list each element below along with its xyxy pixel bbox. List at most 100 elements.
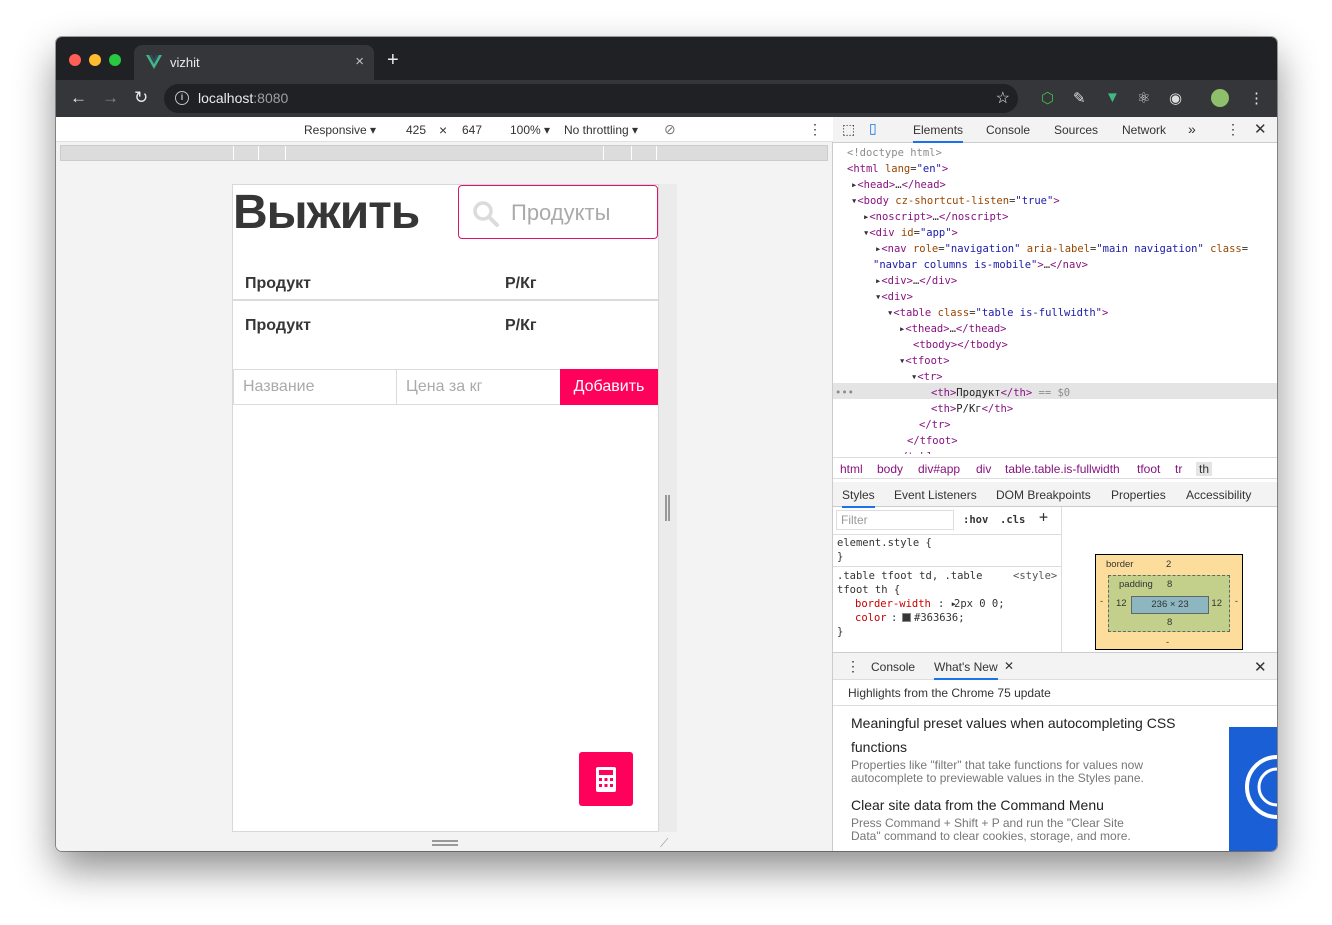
minimize-window-button[interactable] <box>89 54 101 66</box>
device-mode-select[interactable]: Responsive ▾ <box>304 123 376 137</box>
inspect-icon[interactable]: ⬚ <box>842 121 855 138</box>
device-viewport: Responsive ▾ 425 × 647 100% ▾ No throttl… <box>56 117 833 851</box>
tab-accessibility[interactable]: Accessibility <box>1186 488 1251 502</box>
news-title-1b[interactable]: functions <box>851 735 907 759</box>
bookmark-star-icon[interactable]: ☆ <box>996 88 1010 108</box>
crumb-html[interactable]: html <box>840 462 863 476</box>
resize-corner-icon[interactable]: ⟋ <box>660 836 668 851</box>
resize-handle-bottom[interactable] <box>432 840 458 846</box>
styles-pane: Filter :hov .cls + element.style { } .ta… <box>833 507 1061 652</box>
footer-price: Р/Кг <box>505 317 537 334</box>
tab-sources[interactable]: Sources <box>1054 123 1098 137</box>
news-title-1[interactable]: Meaningful preset values when autocomple… <box>851 711 1176 735</box>
table-footer-row: Продукт Р/Кг <box>233 301 658 343</box>
styles-filter-input[interactable]: Filter <box>836 510 954 530</box>
color-swatch[interactable] <box>902 613 911 622</box>
tab-network[interactable]: Network <box>1122 123 1166 137</box>
products-table: Продукт Р/Кг Продукт Р/Кг <box>233 259 658 343</box>
back-icon[interactable]: ← <box>70 88 87 108</box>
close-devtools-icon[interactable]: ✕ <box>1254 120 1267 138</box>
tab-title: vizhit <box>170 55 200 70</box>
menu-dots-icon[interactable]: ⋮ <box>1249 89 1264 107</box>
resize-handle-right[interactable] <box>665 495 670 521</box>
dimension-times: × <box>439 122 448 138</box>
breadcrumb: html body div#app div table.table.is-ful… <box>833 457 1277 479</box>
react-devtools-icon[interactable]: ⚛ <box>1137 89 1150 107</box>
crumb-tr[interactable]: tr <box>1175 462 1182 476</box>
app-frame: Выжить Продукт Р/Кг Продукт Р/Кг Добавит… <box>232 184 659 832</box>
github-extension-icon[interactable]: ◉ <box>1169 89 1182 107</box>
news-title-2[interactable]: Clear site data from the Command Menu <box>851 793 1104 817</box>
drawer-menu-icon[interactable]: ⋮ <box>846 658 860 675</box>
style-origin-link[interactable]: <style> <box>1013 569 1057 583</box>
close-tab-icon[interactable]: × <box>355 53 364 70</box>
close-whats-new-icon[interactable]: ✕ <box>1004 659 1014 673</box>
throttle-select[interactable]: No throttling ▾ <box>564 123 638 137</box>
devtools-menu-icon[interactable]: ⋮ <box>1226 121 1240 138</box>
header-product: Продукт <box>245 275 311 292</box>
tab-strip: vizhit × + <box>56 37 1277 80</box>
vue-devtools-icon[interactable]: ▼ <box>1105 89 1120 106</box>
crumb-div[interactable]: div <box>976 462 991 476</box>
url-text: localhost:8080 <box>198 90 289 106</box>
device-toggle-icon[interactable]: ▯ <box>869 120 877 137</box>
crumb-table[interactable]: table.table.is-fullwidth <box>1005 462 1120 476</box>
pen-extension-icon[interactable]: ✎ <box>1073 89 1086 107</box>
styles-tabs: Styles Event Listeners DOM Breakpoints P… <box>833 482 1277 508</box>
forward-icon[interactable]: → <box>102 88 119 108</box>
add-button[interactable]: Добавить <box>560 369 658 405</box>
devtools-tabs: ⬚ ▯ Elements Console Sources Network » ⋮… <box>833 117 1277 143</box>
tab-elements[interactable]: Elements <box>913 123 964 143</box>
browser-tab[interactable]: vizhit × <box>134 45 374 80</box>
add-rule-icon[interactable]: + <box>1039 510 1048 525</box>
maximize-window-button[interactable] <box>109 54 121 66</box>
navigation-bar: ← → ↻ i localhost:8080 ☆ ⬡ ✎ ▼ ⚛ ◉ ⋮ <box>56 80 1277 117</box>
node-extension-icon[interactable]: ⬡ <box>1041 89 1054 107</box>
crumb-tfoot[interactable]: tfoot <box>1137 462 1160 476</box>
more-tabs-icon[interactable]: » <box>1188 121 1196 137</box>
tab-dom-breakpoints[interactable]: DOM Breakpoints <box>996 488 1091 502</box>
media-query-ruler[interactable] <box>60 145 828 161</box>
new-tab-button[interactable]: + <box>387 49 399 72</box>
whats-new-list: Meaningful preset values when autocomple… <box>833 707 1277 851</box>
cls-toggle[interactable]: .cls <box>1000 513 1025 527</box>
box-model-diagram: border 2 - - - padding 8 12 12 236 × 23 … <box>1095 554 1243 650</box>
info-icon[interactable]: i <box>175 91 189 105</box>
search-icon <box>473 201 499 227</box>
drawer-tab-whats-new[interactable]: What's New <box>934 660 998 680</box>
dom-tree: <!doctype html> <html lang="en"> ▸<head>… <box>833 143 1277 454</box>
calculator-button[interactable] <box>579 752 633 806</box>
rotate-icon[interactable]: ⊘ <box>664 121 676 138</box>
tab-properties[interactable]: Properties <box>1111 488 1166 502</box>
browser-window: vizhit × + ← → ↻ i localhost:8080 ☆ ⬡ ✎ … <box>56 37 1277 851</box>
price-input[interactable] <box>396 369 561 405</box>
search-input[interactable] <box>511 198 651 228</box>
table-header-row: Продукт Р/Кг <box>233 259 658 301</box>
close-window-button[interactable] <box>69 54 81 66</box>
tab-styles[interactable]: Styles <box>842 488 875 508</box>
crumb-th[interactable]: th <box>1196 462 1213 476</box>
app-title: Выжить <box>233 186 420 239</box>
footer-product: Продукт <box>245 317 311 334</box>
vue-logo-icon <box>146 55 162 69</box>
reload-icon[interactable]: ↻ <box>134 88 148 108</box>
zoom-select[interactable]: 100% ▾ <box>510 123 550 137</box>
crumb-body[interactable]: body <box>877 462 903 476</box>
tab-console[interactable]: Console <box>986 123 1030 137</box>
close-drawer-icon[interactable]: ✕ <box>1254 658 1267 676</box>
height-input[interactable]: 647 <box>462 123 482 137</box>
hov-toggle[interactable]: :hov <box>963 513 988 527</box>
drawer-tabs: ⋮ Console What's New ✕ ✕ <box>833 652 1277 680</box>
tab-event-listeners[interactable]: Event Listeners <box>894 488 977 502</box>
search-box[interactable] <box>458 185 658 239</box>
devtools-panel: ⬚ ▯ Elements Console Sources Network » ⋮… <box>833 117 1277 851</box>
product-name-input[interactable] <box>233 369 397 405</box>
width-input[interactable]: 425 <box>406 123 426 137</box>
drawer-tab-console[interactable]: Console <box>871 660 915 674</box>
highlights-banner: Highlights from the Chrome 75 update <box>833 680 1277 706</box>
add-product-form: Добавить <box>233 369 658 405</box>
crumb-div-app[interactable]: div#app <box>918 462 960 476</box>
profile-avatar[interactable] <box>1211 89 1229 107</box>
address-bar[interactable]: i localhost:8080 ☆ <box>164 84 1018 113</box>
device-more-icon[interactable]: ⋮ <box>808 121 822 138</box>
